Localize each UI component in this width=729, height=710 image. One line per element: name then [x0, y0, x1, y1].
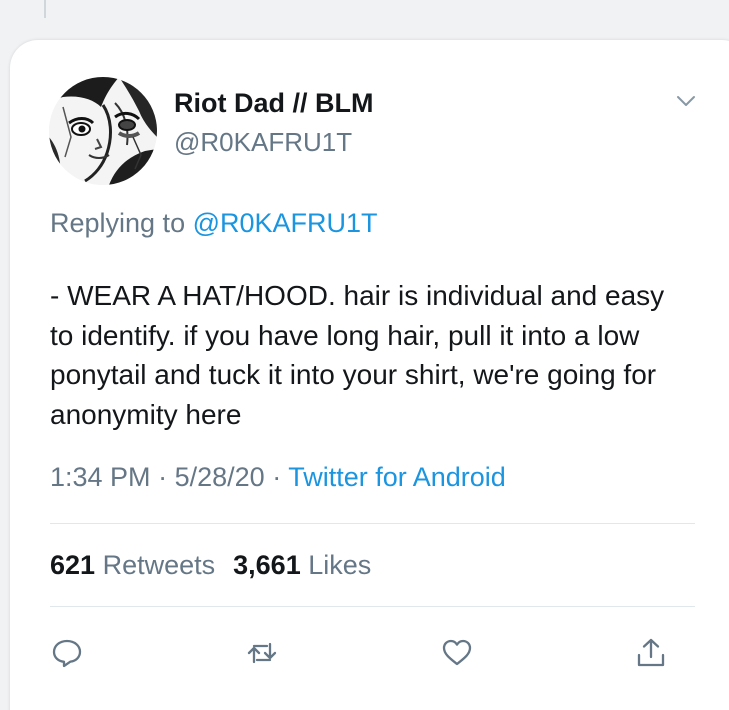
- avatar-illustration: [49, 77, 157, 185]
- thread-line: [44, 0, 46, 18]
- tweet-time[interactable]: 1:34 PM: [50, 462, 151, 492]
- likes-stat[interactable]: 3,661 Likes: [233, 550, 371, 580]
- avatar[interactable]: [49, 77, 157, 185]
- user-handle[interactable]: @R0KAFRU1T: [174, 127, 352, 158]
- chevron-down-icon[interactable]: [676, 94, 696, 108]
- meta-separator: ·: [272, 462, 282, 492]
- replying-to-line: Replying to @R0KAFRU1T: [50, 208, 378, 239]
- likes-label: Likes: [308, 550, 372, 580]
- retweets-stat[interactable]: 621 Retweets: [50, 550, 215, 580]
- tweet-source[interactable]: Twitter for Android: [288, 462, 506, 492]
- meta-separator: ·: [158, 462, 168, 492]
- display-name[interactable]: Riot Dad // BLM: [174, 88, 373, 119]
- retweets-count: 621: [50, 550, 96, 580]
- likes-count: 3,661: [233, 550, 301, 580]
- tweet-text: - WEAR A HAT/HOOD. hair is individual an…: [50, 280, 665, 430]
- retweet-icon[interactable]: [245, 636, 279, 670]
- heart-icon[interactable]: [440, 636, 474, 670]
- share-icon[interactable]: [634, 636, 668, 670]
- retweets-label: Retweets: [102, 550, 216, 580]
- reply-icon[interactable]: [50, 636, 84, 670]
- divider: [50, 606, 695, 607]
- replying-prefix: Replying to: [50, 208, 186, 238]
- tweet-metadata: 1:34 PM · 5/28/20 · Twitter for Android: [50, 462, 506, 493]
- divider: [50, 523, 695, 524]
- engagement-stats: 621 Retweets 3,661 Likes: [50, 550, 371, 581]
- tweet-date[interactable]: 5/28/20: [175, 462, 265, 492]
- screenshot: Riot Dad // BLM @R0KAFRU1T Replying to @…: [0, 0, 729, 710]
- replying-to-mention[interactable]: @R0KAFRU1T: [193, 208, 378, 238]
